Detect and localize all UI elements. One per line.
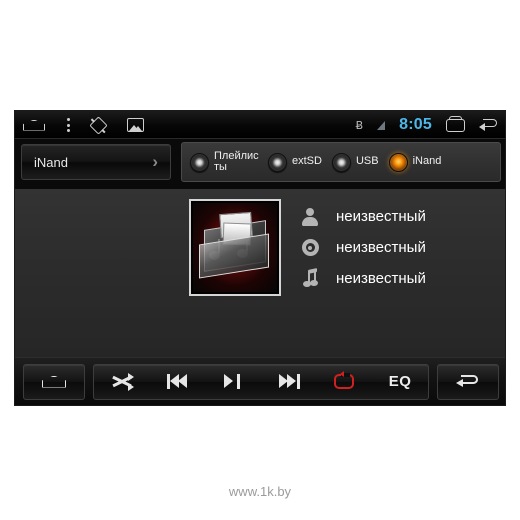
android-status-bar: Ƀ 8:05 [15,111,505,139]
equalizer-label: EQ [388,373,412,390]
album-art[interactable] [189,199,281,296]
radio-led-icon-active [388,152,408,172]
metadata-row-artist: неизвестный [300,201,500,232]
artist-value: неизвестный [336,208,426,225]
source-tab-extsd[interactable]: extSD [260,143,324,181]
source-tab-label: iNand [412,155,442,168]
track-icon [300,268,320,290]
repeat-button[interactable] [322,365,366,399]
album-art-image [193,203,277,292]
home-icon [42,375,66,388]
watermark: www.1k.by [228,484,292,499]
radio-led-icon [331,152,351,172]
repeat-icon [334,370,355,389]
next-track-icon [277,374,301,389]
storage-dropdown-value: iNand [34,154,68,170]
bluetooth-icon: Ƀ [355,118,364,132]
home-icon[interactable] [23,119,45,131]
gps-icon[interactable] [89,115,108,135]
shuffle-button[interactable] [100,365,144,399]
source-tab-label: Плейлис ты [214,149,259,173]
play-pause-icon [223,374,243,389]
metadata-row-track: неизвестный [300,263,500,294]
recents-icon[interactable] [446,115,465,132]
source-tab-usb[interactable]: USB [324,143,381,181]
source-tabs: Плейлис ты extSD USB iNand [181,142,501,182]
status-bar-left-icons [23,111,144,139]
source-tab-playlists[interactable]: Плейлис ты [182,143,260,181]
status-bar-clock: 8:05 [399,116,432,133]
media-controls: EQ [93,363,429,400]
track-value: неизвестный [336,270,426,287]
artist-icon [300,206,320,228]
back-icon[interactable] [479,118,499,132]
radio-led-icon [190,152,209,172]
previous-track-icon [165,374,189,389]
source-tab-inand[interactable]: iNand [381,143,444,181]
shuffle-icon [112,372,134,391]
equalizer-button[interactable]: EQ [378,365,422,399]
radio-led-icon [268,152,287,172]
source-selection-row: iNand › Плейлис ты extSD USB iNand [15,139,505,189]
back-icon [456,374,480,390]
album-value: неизвестный [336,239,426,256]
screenshot-root: Ƀ 8:05 iNand › Плейлис ты extSD USB iNan… [0,0,520,520]
head-unit-screen: Ƀ 8:05 iNand › Плейлис ты extSD USB iNan… [14,110,506,406]
gallery-icon[interactable] [127,118,144,132]
metadata-row-album: неизвестный [300,232,500,263]
now-playing-panel: неизвестный неизвестный неизвестный w.1k… [15,189,505,359]
album-icon [300,237,320,259]
back-button[interactable] [437,363,499,400]
previous-track-button[interactable] [155,365,199,399]
transport-control-bar: EQ [15,357,505,405]
storage-dropdown[interactable]: iNand › [21,144,171,180]
status-bar-right-icons: Ƀ 8:05 [356,111,499,139]
home-button[interactable] [23,363,85,400]
track-metadata: неизвестный неизвестный неизвестный [300,201,500,294]
chevron-right-icon: › [152,152,158,171]
overflow-menu-icon[interactable] [67,118,70,132]
next-track-button[interactable] [267,365,311,399]
source-tab-label: extSD [292,155,322,168]
play-pause-button[interactable] [211,365,255,399]
source-tab-label: USB [355,155,379,168]
signal-icon [377,120,386,130]
